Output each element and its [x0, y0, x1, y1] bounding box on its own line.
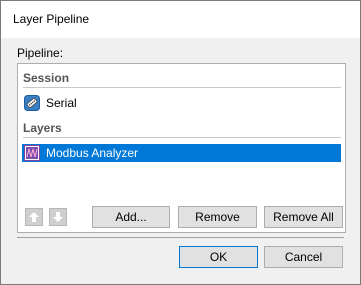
- layer-pipeline-dialog: Layer Pipeline Pipeline: Session Serial …: [0, 0, 361, 285]
- pipeline-label: Pipeline:: [17, 46, 64, 60]
- group-header-label: Layers: [23, 121, 62, 135]
- serial-cable-icon: [24, 95, 40, 111]
- add-button[interactable]: Add...: [92, 206, 170, 228]
- ok-button[interactable]: OK: [179, 246, 258, 268]
- list-item-label: Modbus Analyzer: [46, 146, 139, 160]
- window-title: Layer Pipeline: [13, 12, 90, 26]
- cancel-button[interactable]: Cancel: [264, 246, 343, 268]
- list-item-serial[interactable]: Serial: [22, 94, 341, 112]
- move-up-button[interactable]: [25, 208, 43, 226]
- group-header-layers: Layers: [23, 121, 341, 138]
- list-item-modbus-analyzer[interactable]: Modbus Analyzer: [22, 144, 341, 162]
- separator: [17, 237, 344, 238]
- move-down-button[interactable]: [49, 208, 67, 226]
- group-header-label: Session: [23, 71, 70, 85]
- list-item-label: Serial: [46, 96, 77, 110]
- remove-button[interactable]: Remove: [178, 206, 257, 228]
- title-bar[interactable]: Layer Pipeline: [1, 1, 360, 38]
- group-header-session: Session: [23, 71, 341, 88]
- remove-all-button[interactable]: Remove All: [264, 206, 343, 228]
- modbus-analyzer-icon: [24, 145, 40, 161]
